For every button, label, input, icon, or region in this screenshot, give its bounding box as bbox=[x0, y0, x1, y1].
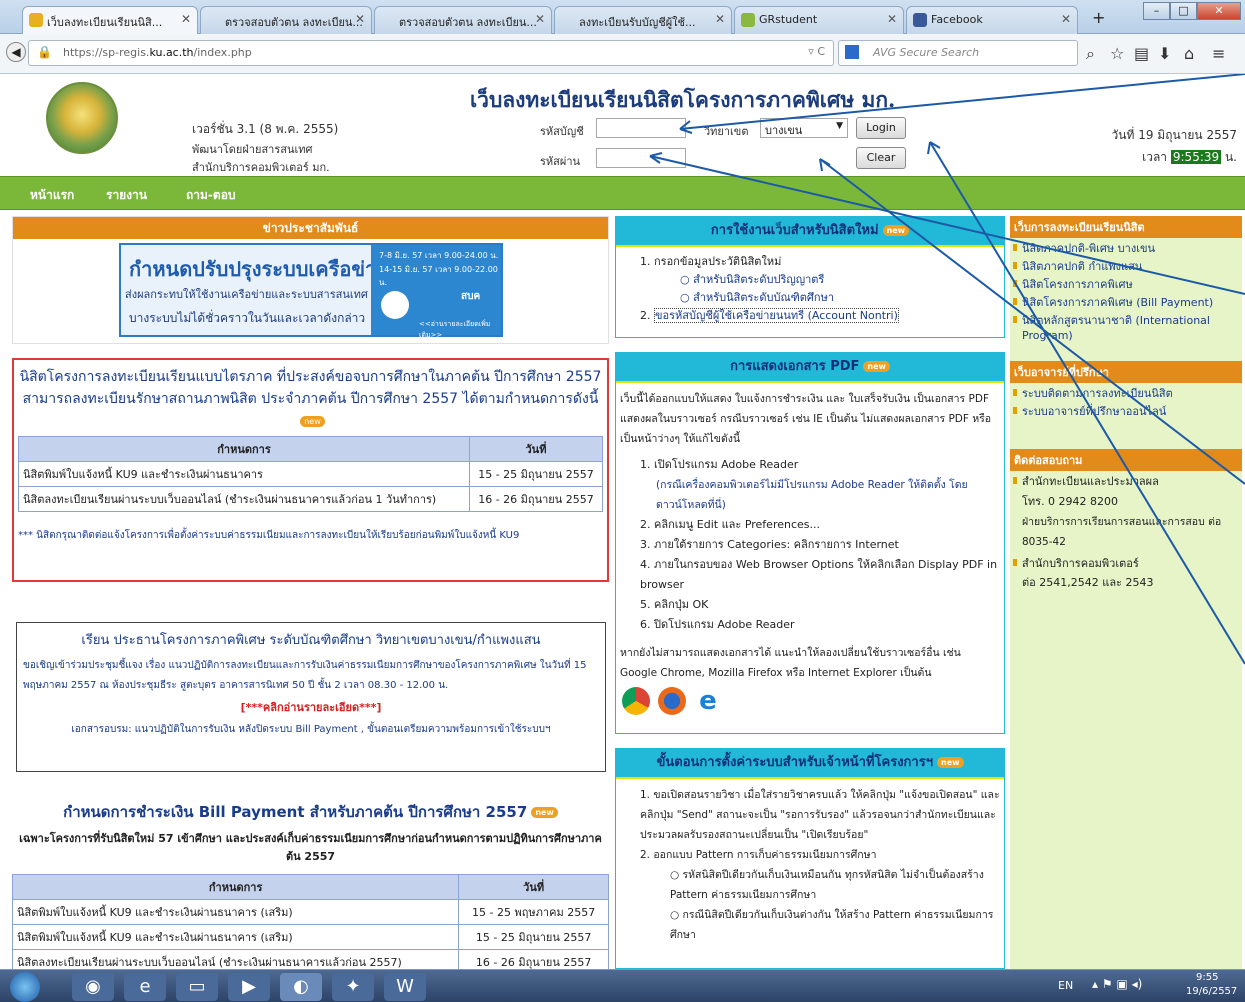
close-window-button[interactable]: ✕ bbox=[1197, 2, 1241, 20]
bookmark-star-icon[interactable]: ☆ bbox=[1110, 44, 1124, 63]
facebook-favicon-icon bbox=[913, 13, 927, 27]
taskbar-date: 19/6/2557 bbox=[1186, 986, 1238, 997]
taskbar-clock: 9:55 bbox=[1196, 972, 1219, 983]
windows-taskbar: ◉ e ▭ ▶ ◐ ✦ W EN ▴ ⚑ ▣ ◂) 9:55 19/6/2557 bbox=[0, 969, 1245, 1002]
menu-icon[interactable]: ≡ bbox=[1212, 44, 1225, 63]
word-taskbar-icon[interactable]: W bbox=[384, 973, 426, 1001]
close-tab-icon[interactable]: ✕ bbox=[715, 12, 725, 26]
tab-registration[interactable]: เว็บลงทะเบียนเรียนนิสิ... ✕ bbox=[22, 6, 198, 35]
arrow-to-campus bbox=[819, 158, 1245, 485]
download-icon[interactable]: ⬇ bbox=[1158, 44, 1171, 63]
reload-icon[interactable]: ▿ C bbox=[808, 45, 825, 58]
avg-icon bbox=[845, 45, 859, 59]
app-taskbar-icon[interactable]: ✦ bbox=[332, 973, 374, 1001]
browser-tab-bar: เว็บลงทะเบียนเรียนนิสิ... ✕ ตรวจสอบตัวตน… bbox=[0, 0, 1245, 35]
tab-account[interactable]: ลงทะเบียนรับบัญชีผู้ใช้... ✕ bbox=[554, 6, 732, 34]
search-icon[interactable]: ⌕ bbox=[1086, 44, 1095, 64]
reading-list-icon[interactable]: ▤ bbox=[1134, 44, 1149, 63]
grstudent-favicon-icon bbox=[741, 13, 755, 27]
web-page: เว็บลงทะเบียนเรียนนิสิตโครงการภาคพิเศษ ม… bbox=[0, 74, 1245, 969]
arrow-to-password bbox=[649, 155, 1245, 295]
close-tab-icon[interactable]: ✕ bbox=[887, 12, 897, 26]
start-button[interactable] bbox=[10, 972, 40, 1002]
tab-facebook[interactable]: Facebook ✕ bbox=[906, 6, 1078, 34]
close-tab-icon[interactable]: ✕ bbox=[181, 12, 191, 26]
tray-icons[interactable]: ▴ ⚑ ▣ ◂) bbox=[1092, 977, 1142, 991]
minimize-button[interactable]: – bbox=[1143, 2, 1170, 20]
url-bar[interactable]: 🔒 https://sp-regis.ku.ac.th/index.php ▿ … bbox=[28, 40, 834, 66]
firefox-taskbar-icon[interactable]: ◐ bbox=[280, 973, 322, 1001]
site-favicon-icon bbox=[29, 13, 43, 27]
annotation-arrows bbox=[649, 74, 1245, 665]
language-indicator[interactable]: EN bbox=[1058, 979, 1073, 992]
media-player-taskbar-icon[interactable]: ▶ bbox=[228, 973, 270, 1001]
browser-nav-bar: ◀ 🔒 https://sp-regis.ku.ac.th/index.php … bbox=[0, 34, 1245, 74]
chrome-taskbar-icon[interactable]: ◉ bbox=[72, 973, 114, 1001]
arrow-to-login bbox=[929, 141, 1245, 665]
close-tab-icon[interactable]: ✕ bbox=[535, 12, 545, 26]
ie-taskbar-icon[interactable]: e bbox=[124, 973, 166, 1001]
tab-grstudent[interactable]: GRstudent ✕ bbox=[734, 6, 904, 34]
arrow-to-account bbox=[679, 74, 1245, 130]
lock-icon: 🔒 bbox=[37, 45, 52, 59]
tab-verify-1[interactable]: ตรวจสอบตัวตน ลงทะเบียน... ✕ bbox=[200, 6, 372, 34]
explorer-taskbar-icon[interactable]: ▭ bbox=[176, 973, 218, 1001]
close-tab-icon[interactable]: ✕ bbox=[355, 12, 365, 26]
home-icon[interactable]: ⌂ bbox=[1184, 44, 1194, 63]
search-bar[interactable]: AVG Secure Search bbox=[838, 40, 1078, 66]
maximize-button[interactable]: □ bbox=[1170, 2, 1197, 20]
new-tab-button[interactable]: + bbox=[1092, 8, 1105, 27]
window-controls: – □ ✕ bbox=[1143, 2, 1241, 20]
back-button[interactable]: ◀ bbox=[6, 42, 26, 62]
tab-verify-2[interactable]: ตรวจสอบตัวตน ลงทะเบียน... ✕ bbox=[374, 6, 552, 34]
close-tab-icon[interactable]: ✕ bbox=[1061, 12, 1071, 26]
